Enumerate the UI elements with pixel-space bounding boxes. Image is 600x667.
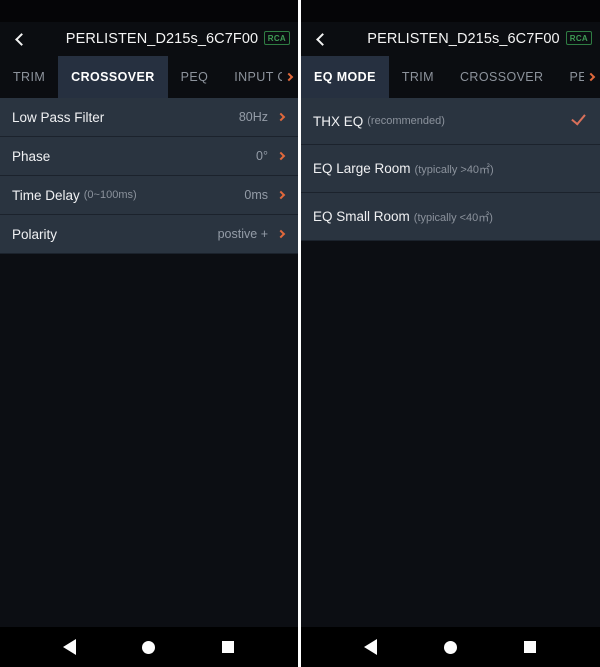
list-item-time-delay[interactable]: Time Delay (0~100ms) 0ms bbox=[0, 176, 298, 215]
back-button[interactable] bbox=[301, 22, 341, 56]
list-item-value: 0ms bbox=[244, 188, 268, 202]
android-nav-bar bbox=[0, 627, 298, 667]
square-recents-icon bbox=[222, 641, 235, 653]
nav-recents-button[interactable] bbox=[208, 627, 248, 667]
chevron-right-icon bbox=[284, 72, 294, 82]
list-item-sublabel: (typically >40㎡) bbox=[414, 163, 494, 176]
list-item-label: Time Delay bbox=[12, 187, 80, 203]
list-item-eq-large-room[interactable]: EQ Large Room (typically >40㎡) bbox=[301, 145, 600, 193]
list-item-sublabel: (typically <40㎡) bbox=[413, 211, 493, 224]
nav-home-button[interactable] bbox=[430, 627, 470, 667]
tab-bar: TRIM CROSSOVER PEQ INPUT CONT bbox=[0, 56, 298, 98]
square-recents-icon bbox=[524, 641, 537, 653]
back-chevron-icon bbox=[316, 32, 329, 46]
list-item-label: Low Pass Filter bbox=[12, 109, 105, 125]
back-button[interactable] bbox=[0, 22, 40, 56]
tab-peq[interactable]: PEQ bbox=[167, 56, 222, 98]
nav-home-button[interactable] bbox=[129, 627, 169, 667]
list-item-label: EQ Small Room bbox=[313, 209, 410, 224]
tab-crossover[interactable]: CROSSOVER bbox=[447, 56, 557, 98]
nav-back-button[interactable] bbox=[50, 627, 90, 667]
chevron-right-icon bbox=[276, 229, 286, 239]
settings-list: Low Pass Filter 80Hz Phase 0° Time Delay… bbox=[0, 98, 298, 254]
tab-trim[interactable]: TRIM bbox=[388, 56, 447, 98]
tab-bar: EQ MODE TRIM CROSSOVER PEQ bbox=[301, 56, 600, 98]
tab-crossover[interactable]: CROSSOVER bbox=[58, 56, 168, 98]
nav-recents-button[interactable] bbox=[510, 627, 550, 667]
chevron-right-icon bbox=[276, 112, 286, 122]
back-chevron-icon bbox=[15, 32, 28, 46]
dual-screenshot-container: PERLISTEN_D215s_6C7F00 RCA TRIM CROSSOVE… bbox=[0, 0, 600, 667]
triangle-back-icon bbox=[63, 639, 77, 655]
list-item-polarity[interactable]: Polarity postive + bbox=[0, 215, 298, 254]
tab-scroll-right-button[interactable] bbox=[584, 56, 600, 98]
list-item-thx-eq[interactable]: THX EQ (recommended) bbox=[301, 98, 600, 145]
chevron-right-icon bbox=[276, 151, 286, 161]
empty-content-area bbox=[301, 241, 600, 627]
eq-mode-list: THX EQ (recommended) EQ Large Room (typi… bbox=[301, 98, 600, 241]
list-item-label: THX EQ bbox=[313, 113, 364, 129]
rca-badge: RCA bbox=[565, 31, 592, 45]
chevron-right-icon bbox=[586, 72, 596, 82]
nav-back-button[interactable] bbox=[351, 627, 391, 667]
chevron-right-icon bbox=[276, 190, 286, 200]
list-item-low-pass-filter[interactable]: Low Pass Filter 80Hz bbox=[0, 98, 298, 137]
list-item-eq-small-room[interactable]: EQ Small Room (typically <40㎡) bbox=[301, 193, 600, 241]
right-phone-screen: PERLISTEN_D215s_6C7F00 RCA EQ MODE TRIM … bbox=[301, 0, 600, 667]
list-item-value: 80Hz bbox=[238, 110, 268, 124]
list-item-value: 0° bbox=[256, 149, 268, 163]
list-item-sublabel: (recommended) bbox=[367, 115, 445, 127]
list-item-label: EQ Large Room bbox=[313, 161, 411, 176]
title-bar: PERLISTEN_D215s_6C7F00 RCA bbox=[301, 22, 600, 56]
list-item-value: postive + bbox=[217, 227, 268, 241]
status-bar bbox=[301, 0, 600, 22]
title-bar: PERLISTEN_D215s_6C7F00 RCA bbox=[0, 22, 298, 56]
tab-trim[interactable]: TRIM bbox=[0, 56, 59, 98]
circle-home-icon bbox=[142, 640, 156, 654]
empty-content-area bbox=[0, 254, 298, 627]
list-item-sublabel: (0~100ms) bbox=[83, 189, 137, 201]
circle-home-icon bbox=[443, 640, 457, 654]
page-title: PERLISTEN_D215s_6C7F00 bbox=[367, 31, 560, 47]
list-item-label: Phase bbox=[12, 148, 51, 164]
rca-badge: RCA bbox=[263, 31, 290, 45]
list-item-label: Polarity bbox=[12, 226, 58, 242]
page-title: PERLISTEN_D215s_6C7F00 bbox=[65, 31, 259, 47]
triangle-back-icon bbox=[364, 639, 378, 655]
tab-eq-mode[interactable]: EQ MODE bbox=[301, 56, 389, 98]
tab-scroll-right-button[interactable] bbox=[282, 56, 298, 98]
list-item-phase[interactable]: Phase 0° bbox=[0, 137, 298, 176]
left-phone-screen: PERLISTEN_D215s_6C7F00 RCA TRIM CROSSOVE… bbox=[0, 0, 298, 667]
check-icon bbox=[570, 113, 586, 129]
android-nav-bar bbox=[301, 627, 600, 667]
status-bar bbox=[0, 0, 298, 22]
